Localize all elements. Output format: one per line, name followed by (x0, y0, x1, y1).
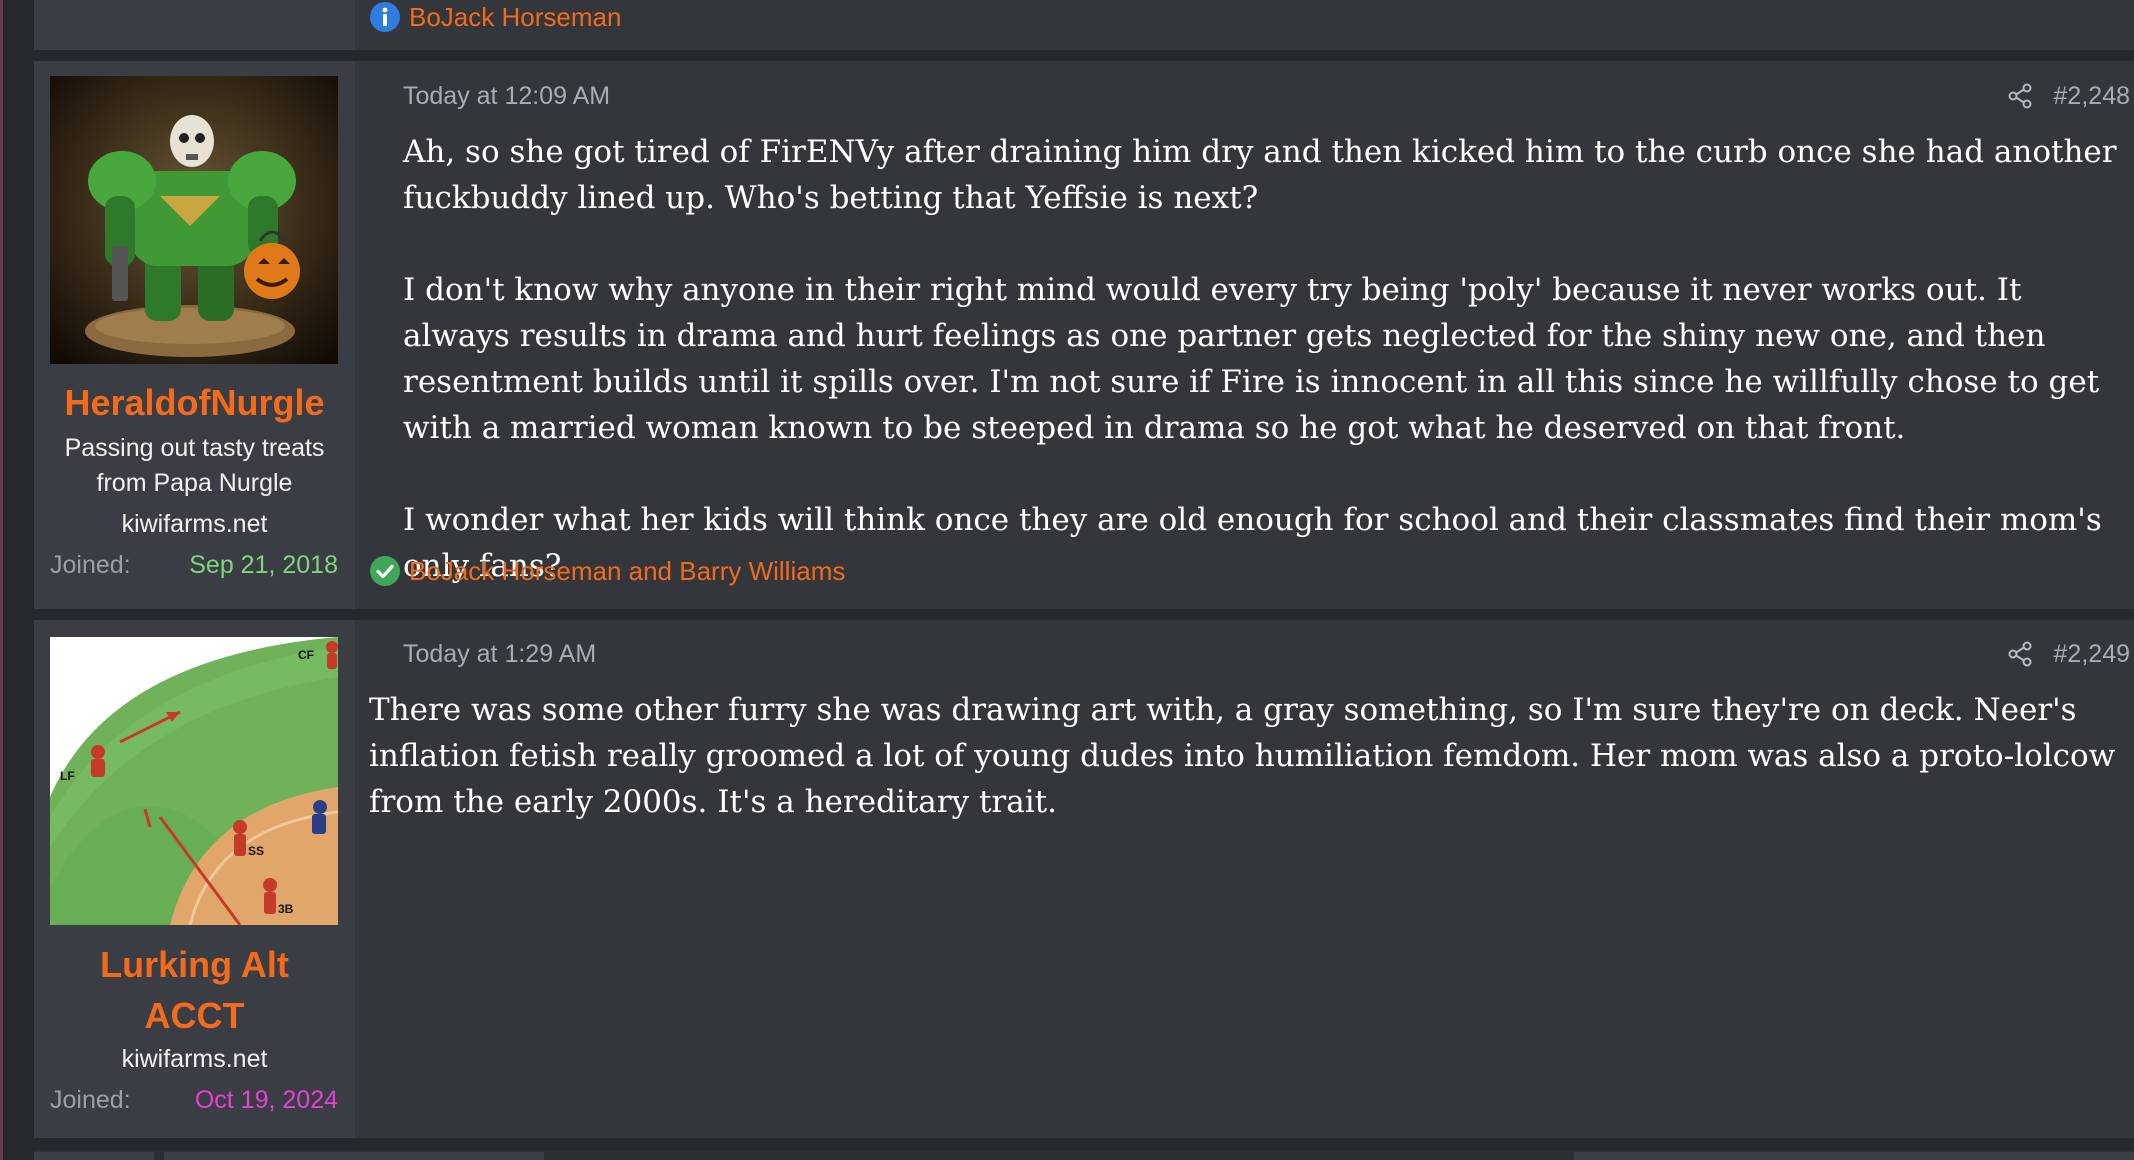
share-icon[interactable] (2006, 82, 2034, 110)
space-marine-avatar-icon (50, 76, 338, 364)
joined-label: Joined: (50, 1086, 131, 1114)
check-icon (370, 556, 400, 586)
avatar[interactable] (50, 76, 338, 364)
username-line-2[interactable]: ACCT (34, 990, 355, 1041)
username[interactable]: HeraldofNurgle (34, 377, 355, 428)
page-footer-strip (34, 1150, 2134, 1160)
post-timestamp[interactable]: Today at 12:09 AM (403, 82, 610, 111)
user-title-line-2: from Papa Nurgle (96, 469, 293, 497)
joined-row: Joined: Sep 21, 2018 (50, 551, 338, 580)
share-icon[interactable] (2006, 640, 2034, 668)
joined-date: Sep 21, 2018 (189, 551, 338, 579)
avatar[interactable]: LF CF SS 3B (50, 637, 338, 925)
post-meta: Today at 12:09 AM #2,248 (371, 79, 2134, 113)
joined-row: Joined: Oct 19, 2024 (50, 1086, 338, 1115)
post-paragraph: I don't know why anyone in their right m… (403, 272, 2100, 446)
previous-post-user-panel (34, 0, 355, 50)
footer-segment (34, 1152, 154, 1160)
post-meta: Today at 1:29 AM #2,249 (371, 637, 2134, 671)
3b-label: 3B (278, 902, 294, 916)
post-reactions[interactable]: BoJack Horseman and Barry Williams (369, 555, 845, 587)
lf-label: LF (60, 769, 75, 783)
footer-segment (164, 1152, 544, 1160)
footer-segment (1574, 1152, 2134, 1160)
reaction-summary[interactable]: BoJack Horseman (409, 2, 621, 33)
user-title-line-1: Passing out tasty treats (64, 434, 325, 462)
ss-label: SS (248, 844, 264, 858)
username-line-1[interactable]: Lurking Alt (34, 939, 355, 990)
previous-post-reactions[interactable]: BoJack Horseman (369, 0, 621, 34)
reaction-summary[interactable]: BoJack Horseman and Barry Williams (409, 556, 845, 587)
user-panel: HeraldofNurgle Passing out tasty treats … (34, 61, 355, 609)
baseball-field-avatar-icon: LF CF SS 3B (50, 637, 338, 925)
previous-post (34, 0, 2134, 50)
post-number[interactable]: #2,249 (2054, 640, 2130, 669)
window-edge (0, 0, 3, 1160)
cf-label: CF (298, 648, 314, 662)
post-body: There was some other furry she was drawi… (369, 687, 2130, 825)
post-paragraph: There was some other furry she was drawi… (369, 692, 2116, 820)
user-panel: LF CF SS 3B Lurking Alt ACCT kiwifarms.n… (34, 620, 355, 1138)
joined-date: Oct 19, 2024 (194, 1086, 338, 1114)
info-icon (370, 2, 400, 32)
post-2249: LF CF SS 3B Lurking Alt ACCT kiwifarms.n… (34, 620, 2134, 1138)
joined-label: Joined: (50, 551, 131, 579)
post-timestamp[interactable]: Today at 1:29 AM (403, 640, 596, 669)
post-number[interactable]: #2,248 (2054, 82, 2130, 111)
post-2248: HeraldofNurgle Passing out tasty treats … (34, 61, 2134, 609)
user-site: kiwifarms.net (121, 1045, 268, 1073)
post-paragraph: Ah, so she got tired of FirENVy after dr… (403, 134, 2117, 216)
post-body: Ah, so she got tired of FirENVy after dr… (403, 129, 2130, 589)
user-site: kiwifarms.net (121, 510, 268, 538)
